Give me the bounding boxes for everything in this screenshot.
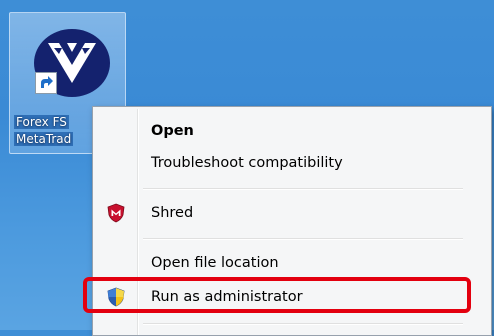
- highlight-annotation: [83, 277, 471, 313]
- desktop: { "desktop": { "background_color": "#3e8…: [0, 0, 494, 336]
- shortcut-label-line-1: Forex FS: [14, 115, 69, 129]
- mcafee-shield-icon: [107, 203, 125, 223]
- shortcut-label-line-2: MetaTrad: [14, 132, 74, 146]
- menu-item-label: Troubleshoot compatibility: [151, 155, 343, 171]
- menu-item-open[interactable]: Open: [96, 119, 463, 143]
- shortcut-arrow-icon: [35, 72, 57, 94]
- menu-item-label: Shred: [151, 205, 194, 221]
- menu-separator: [143, 188, 463, 190]
- menu-item-open-file-location[interactable]: Open file location: [96, 251, 463, 275]
- menu-item-label: Open: [151, 123, 194, 139]
- menu-item-shred[interactable]: Shred: [96, 201, 463, 225]
- menu-item-troubleshoot-compatibility[interactable]: Troubleshoot compatibility: [96, 151, 463, 175]
- menu-separator: [143, 323, 463, 325]
- menu-separator: [143, 238, 463, 240]
- menu-item-label: Open file location: [151, 255, 279, 271]
